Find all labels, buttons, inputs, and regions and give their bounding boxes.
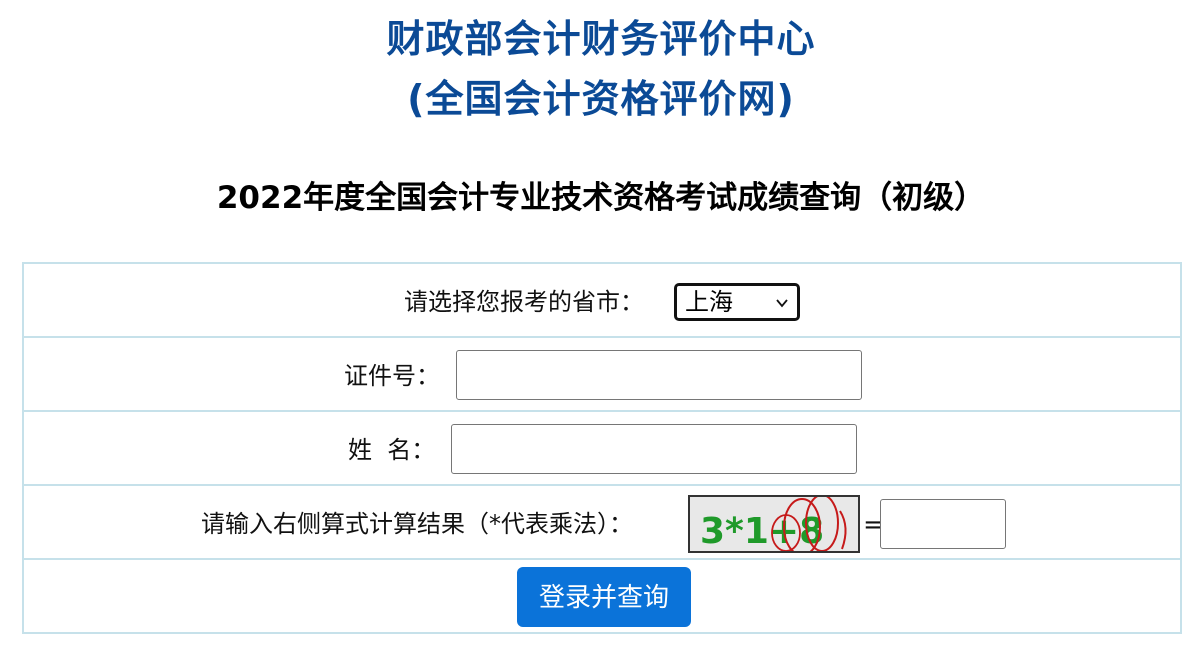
name-input[interactable] [451,424,857,474]
page-title: 2022年度全国会计专业技术资格考试成绩查询（初级） [216,180,986,216]
captcha-image[interactable]: 3*1+8 [688,495,860,553]
id-number-input[interactable] [456,350,862,400]
score-query-form: 请选择您报考的省市： 上海 证件号： 姓 名： 请输入右侧算式计算结果（*代表乘… [22,262,1182,634]
captcha-answer-input[interactable] [880,499,1006,549]
captcha-label: 请输入右侧算式计算结果（*代表乘法）： [201,510,633,538]
province-select[interactable]: 上海 [674,283,800,321]
chevron-down-icon [776,299,788,308]
province-selected-value: 上海 [685,288,733,316]
name-row: 姓 名： [24,412,1180,486]
captcha-graphic: 3*1+8 [700,497,847,551]
province-row: 请选择您报考的省市： 上海 [24,264,1180,338]
site-name: (全国会计资格评价网) [407,77,795,121]
org-name: 财政部会计财务评价中心 [386,17,816,61]
login-query-button[interactable]: 登录并查询 [517,567,691,627]
submit-row: 登录并查询 [24,560,1180,632]
name-label: 姓 名： [348,436,436,464]
id-number-row: 证件号： [24,338,1180,412]
captcha-row: 请输入右侧算式计算结果（*代表乘法）： 3*1+8 = [24,486,1180,560]
province-label: 请选择您报考的省市： [404,288,644,316]
id-number-label: 证件号： [344,362,440,390]
